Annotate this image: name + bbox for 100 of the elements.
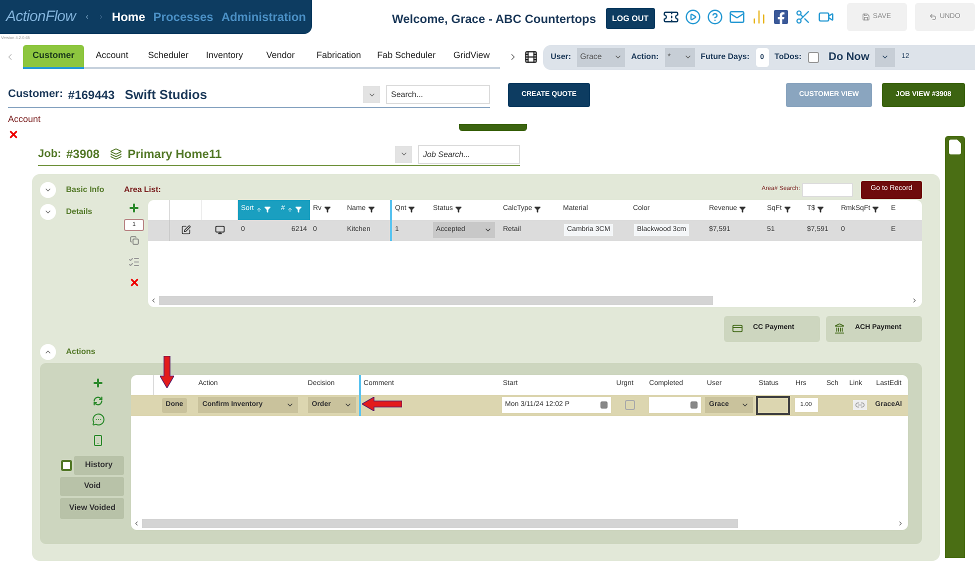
- status-swatch[interactable]: [756, 396, 790, 414]
- add-icon[interactable]: [128, 202, 140, 214]
- link-icon[interactable]: [852, 400, 867, 410]
- chevron-down-icon: [400, 150, 408, 158]
- play-icon[interactable]: [684, 9, 700, 25]
- chevron-down-icon: [484, 226, 492, 234]
- customer-name: Swift Studios: [124, 86, 208, 104]
- user-dropdown[interactable]: Grace: [577, 48, 626, 66]
- filter-icon[interactable]: [534, 206, 542, 213]
- filter-icon[interactable]: [368, 206, 375, 213]
- void-button[interactable]: Void: [60, 476, 124, 496]
- filter-icon[interactable]: [324, 206, 331, 213]
- calendar-icon[interactable]: [600, 401, 608, 409]
- edit-icon[interactable]: [181, 225, 191, 235]
- layers-icon[interactable]: [110, 148, 122, 160]
- scroll-right-icon[interactable]: [897, 520, 904, 527]
- film-icon[interactable]: [524, 50, 538, 64]
- future-days-label: Future Days:: [700, 51, 750, 63]
- logout-button[interactable]: LOG OUT: [606, 8, 654, 29]
- bar-chart-icon[interactable]: [750, 9, 766, 25]
- urgent-checkbox[interactable]: [624, 400, 635, 410]
- tab[interactable]: Fabrication: [308, 45, 370, 69]
- tab[interactable]: Fab Scheduler: [369, 45, 444, 69]
- collapse-handle[interactable]: [458, 124, 527, 131]
- remove-icon[interactable]: [8, 128, 19, 140]
- filter-icon[interactable]: [739, 206, 746, 213]
- chevron-down-icon: [614, 53, 622, 61]
- chevron-down-icon: [741, 401, 750, 409]
- undo-icon: [928, 13, 937, 21]
- section-toggle[interactable]: [40, 344, 56, 360]
- tab[interactable]: GridView: [444, 45, 500, 69]
- facebook-icon[interactable]: [772, 9, 788, 25]
- job-name: Primary Home11: [128, 146, 222, 163]
- action-label: Action:: [631, 51, 659, 63]
- job-search-field[interactable]: Job Search...: [418, 144, 520, 164]
- comment-icon[interactable]: [92, 412, 105, 426]
- sort-arrow-icon: [286, 206, 293, 212]
- filter-icon[interactable]: [454, 206, 462, 213]
- refresh-icon[interactable]: [93, 396, 104, 406]
- tab[interactable]: Vendor: [252, 45, 309, 69]
- scroll-right-icon[interactable]: [911, 297, 918, 304]
- customer-number: #169443: [68, 86, 115, 104]
- ticket-icon[interactable]: [662, 9, 678, 25]
- chevron-down-icon: [286, 401, 294, 409]
- area-list-title: Area List:: [124, 184, 161, 196]
- mail-icon[interactable]: [728, 9, 744, 25]
- app-logo[interactable]: ActionFlow: [6, 6, 76, 28]
- add-icon[interactable]: [92, 376, 104, 388]
- left-arrow-icon: [362, 396, 402, 410]
- customer-search-field[interactable]: Search...: [386, 85, 490, 104]
- scissors-icon[interactable]: [794, 9, 810, 25]
- chevron-down-icon: [344, 401, 352, 409]
- document-icon[interactable]: [947, 138, 963, 156]
- todos-label: ToDos:: [774, 51, 802, 63]
- monitor-icon[interactable]: [215, 225, 225, 235]
- area-search-field[interactable]: [802, 182, 853, 196]
- filter-icon[interactable]: [872, 206, 880, 213]
- filter-icon[interactable]: [784, 206, 791, 213]
- tab[interactable]: Account: [84, 45, 140, 69]
- account-label: Account: [8, 113, 41, 126]
- customer-label: Customer:: [8, 87, 64, 102]
- calendar-icon[interactable]: [690, 401, 698, 409]
- mode-label: Do Now: [828, 50, 870, 65]
- welcome-text: Welcome, Grace - ABC Countertops: [392, 11, 596, 28]
- chevron-down-icon: [684, 53, 692, 61]
- tab[interactable]: Customer: [23, 45, 84, 69]
- save-icon: [862, 13, 870, 21]
- section-label: Actions: [66, 346, 96, 358]
- filter-icon[interactable]: [408, 206, 416, 213]
- section-label: Basic Info: [66, 184, 104, 196]
- scrollbar-thumb[interactable]: [142, 519, 738, 528]
- filter-icon[interactable]: [817, 206, 824, 213]
- credit-card-icon: [732, 323, 743, 334]
- section-toggle[interactable]: [40, 182, 56, 198]
- scrollbar-thumb[interactable]: [159, 296, 713, 305]
- history-button[interactable]: History: [74, 456, 124, 474]
- delete-icon[interactable]: [128, 276, 140, 288]
- chevron-down-icon: [881, 53, 890, 61]
- job-number: #3908: [66, 146, 100, 163]
- completed-date-field[interactable]: [649, 397, 702, 413]
- job-label: Job:: [38, 146, 62, 162]
- tab[interactable]: Inventory: [196, 45, 253, 69]
- view-voided-button[interactable]: View Voided: [60, 498, 124, 518]
- checklist-icon[interactable]: [128, 256, 140, 268]
- bank-icon: [834, 323, 845, 334]
- section-toggle[interactable]: [40, 204, 56, 220]
- copy-icon[interactable]: [130, 236, 138, 244]
- scroll-left-icon[interactable]: [150, 297, 157, 304]
- phone-icon[interactable]: [92, 434, 104, 446]
- job-dropdown[interactable]: [395, 146, 412, 162]
- todos-checkbox[interactable]: [808, 52, 818, 62]
- action-dropdown[interactable]: *: [664, 48, 695, 66]
- sort-arrow-icon: [256, 206, 262, 212]
- history-checkbox[interactable]: [60, 460, 72, 470]
- help-icon[interactable]: [706, 9, 722, 25]
- user-label: User:: [550, 51, 572, 63]
- scroll-left-icon[interactable]: [132, 520, 140, 527]
- nav-link[interactable]: Home: [112, 8, 146, 26]
- down-arrow-icon: [160, 356, 174, 388]
- tab[interactable]: Scheduler: [140, 45, 197, 69]
